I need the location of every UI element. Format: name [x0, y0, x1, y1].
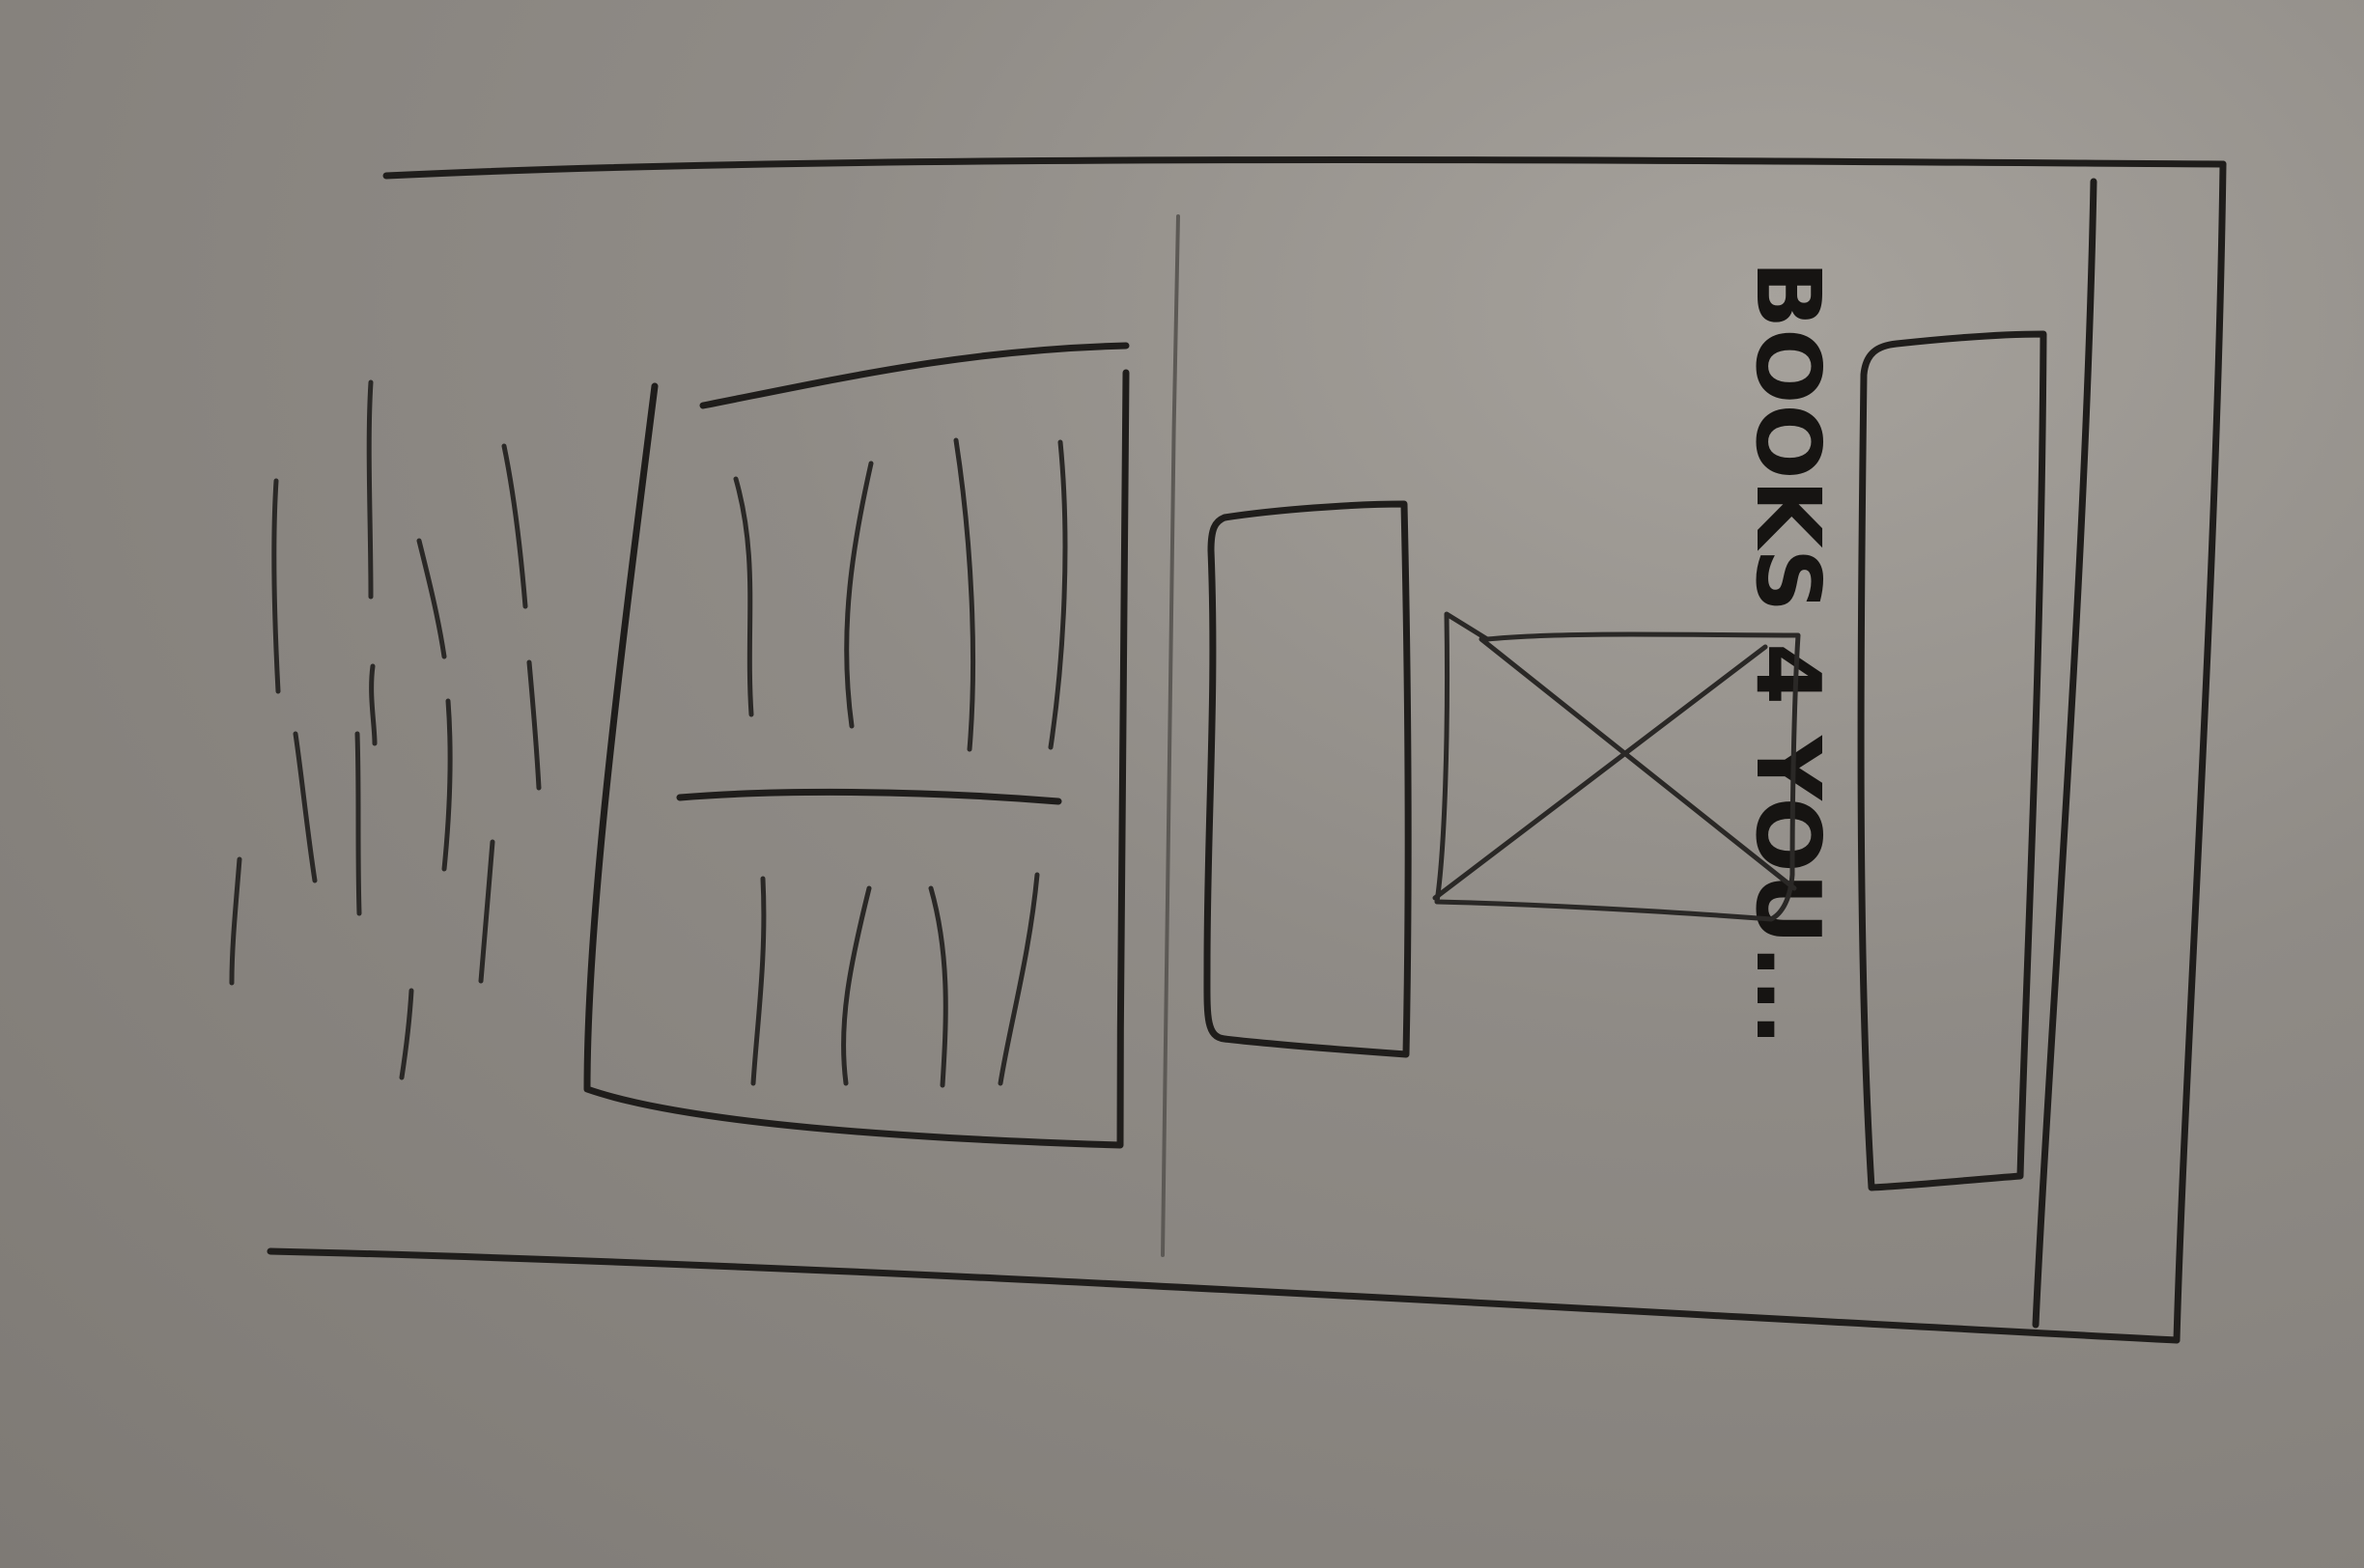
- page-heading: BOOKS 4 YOU...: [1736, 261, 1840, 1046]
- wireframe-sketch: BOOKS 4 YOU...: [229, 155, 2227, 1344]
- text-line: [501, 443, 528, 609]
- search-bar-box: [1857, 330, 2047, 1191]
- text-line: [750, 876, 767, 1086]
- text-line: [998, 872, 1040, 1086]
- text-line: [841, 885, 872, 1086]
- text-line: [416, 538, 447, 659]
- text-line: [293, 731, 318, 883]
- placeholder-cross-b: [1432, 644, 1768, 901]
- text-line: [844, 461, 874, 729]
- text-line: [953, 437, 976, 752]
- text-line: [369, 663, 378, 746]
- text-line: [733, 476, 754, 717]
- page-top-border: [382, 155, 2227, 180]
- text-line: [478, 839, 495, 984]
- card-row-divider: [676, 788, 1062, 805]
- page-right-border: [2173, 160, 2227, 1344]
- book-list-card: [583, 342, 1130, 1149]
- footer-text: [229, 379, 542, 1080]
- card-top-line: [699, 342, 1130, 409]
- text-line: [399, 988, 414, 1080]
- text-line: [526, 659, 542, 791]
- text-line: [928, 885, 948, 1088]
- feature-button[interactable]: [1203, 500, 1412, 1058]
- page-bottom-border: [267, 1247, 2181, 1344]
- text-line: [229, 856, 242, 986]
- text-line: [441, 698, 453, 872]
- section-divider: [1161, 214, 1180, 1257]
- text-line: [354, 731, 362, 916]
- text-line: [366, 379, 374, 600]
- text-line: [1048, 439, 1068, 750]
- text-line: [271, 478, 281, 694]
